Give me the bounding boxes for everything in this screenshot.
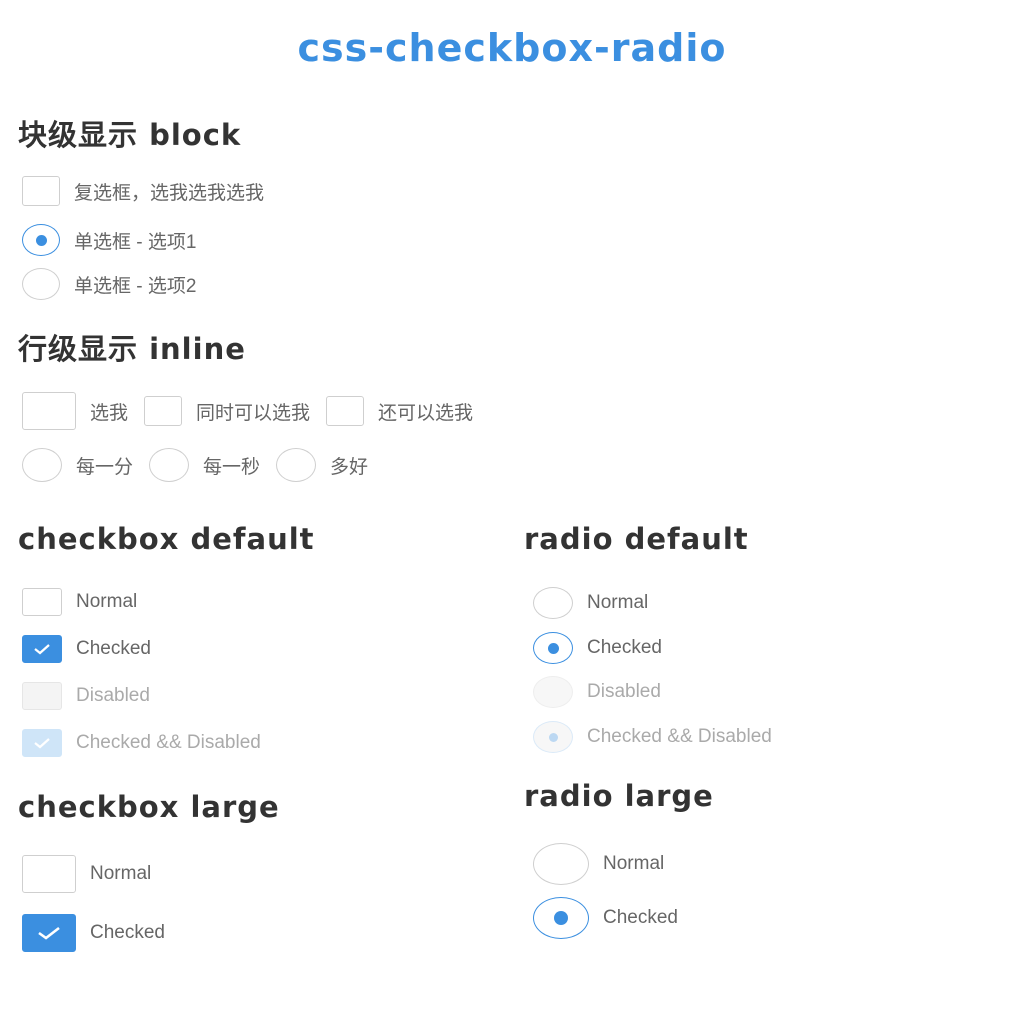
checkbox-normal[interactable]: Normal <box>22 588 137 616</box>
radio-label: Checked <box>603 907 678 928</box>
inline-radio-row: 每一分 每一秒 多好 <box>22 448 368 482</box>
checkbox-label: Normal <box>90 863 152 884</box>
radio-dot-icon <box>35 234 47 246</box>
radio-label: 每一秒 <box>203 456 261 478</box>
page-title: css-checkbox-radio <box>297 26 727 70</box>
checkbox <box>22 729 62 757</box>
checkbox[interactable] <box>22 588 62 616</box>
radio-normal[interactable]: Normal <box>533 587 648 619</box>
checkbox-label: Checked && Disabled <box>76 732 261 753</box>
checkbox[interactable] <box>22 176 60 206</box>
checkbox[interactable] <box>22 635 62 663</box>
checkbox-large-normal[interactable]: Normal <box>22 855 151 893</box>
checkbox-label: Normal <box>76 591 138 612</box>
radio-label: Checked && Disabled <box>587 726 772 747</box>
block-checkbox[interactable]: 复选框，选我选我选我 <box>22 176 264 206</box>
checkbox-default-heading: checkbox default <box>18 522 315 556</box>
checkbox[interactable] <box>144 396 183 426</box>
radio-button[interactable] <box>149 448 190 482</box>
block-radio-1[interactable]: 单选框 - 选项1 <box>22 224 196 256</box>
radio-button[interactable] <box>533 843 589 885</box>
checkbox <box>22 682 62 710</box>
checkbox[interactable] <box>22 855 76 893</box>
radio-dot-icon <box>547 642 559 654</box>
block-section-heading: 块级显示 block <box>18 118 242 152</box>
radio-button[interactable] <box>22 268 60 300</box>
checkbox-label: 还可以选我 <box>378 402 474 424</box>
radio-button[interactable] <box>533 632 573 664</box>
radio-default-heading: radio default <box>524 522 749 556</box>
radio-label: Normal <box>587 592 649 613</box>
radio-label: 单选框 - 选项2 <box>74 275 197 297</box>
inline-checkbox-row: 选我 同时可以选我 还可以选我 <box>22 392 473 430</box>
radio-button[interactable] <box>533 897 589 939</box>
checkbox[interactable] <box>22 392 76 430</box>
radio-button[interactable] <box>276 448 317 482</box>
checkbox-checked[interactable]: Checked <box>22 635 151 663</box>
checkbox-label: Checked <box>90 922 165 943</box>
check-icon <box>38 926 60 940</box>
checkbox-label: 同时可以选我 <box>196 402 311 424</box>
radio-large-checked[interactable]: Checked <box>533 897 678 939</box>
radio-button[interactable] <box>533 587 573 619</box>
radio-dot-icon <box>554 911 568 925</box>
radio-label: Normal <box>603 853 665 874</box>
checkbox-disabled: Disabled <box>22 682 150 710</box>
radio-label: 多好 <box>330 456 369 478</box>
radio-large-heading: radio large <box>524 779 714 813</box>
inline-section-heading: 行级显示 inline <box>18 332 246 366</box>
radio-label: 每一分 <box>76 456 134 478</box>
radio-button <box>533 721 573 753</box>
check-icon <box>34 738 50 749</box>
radio-dot-icon <box>548 732 558 742</box>
checkbox-large-checked[interactable]: Checked <box>22 914 165 952</box>
checkbox[interactable] <box>22 914 76 952</box>
radio-label: Checked <box>587 637 662 658</box>
radio-checked[interactable]: Checked <box>533 632 662 664</box>
checkbox-label: Checked <box>76 638 151 659</box>
checkbox-label: 选我 <box>90 402 129 424</box>
checkbox[interactable] <box>326 396 365 426</box>
radio-large-normal[interactable]: Normal <box>533 843 664 885</box>
check-icon <box>34 644 50 655</box>
checkbox-label: 复选框，选我选我选我 <box>74 182 265 204</box>
radio-button[interactable] <box>22 448 62 482</box>
radio-checked-disabled: Checked && Disabled <box>533 721 772 753</box>
checkbox-label: Disabled <box>76 685 150 706</box>
radio-label: 单选框 - 选项1 <box>74 231 197 253</box>
checkbox-large-heading: checkbox large <box>18 790 280 824</box>
checkbox-checked-disabled: Checked && Disabled <box>22 729 261 757</box>
radio-label: Disabled <box>587 681 661 702</box>
radio-button[interactable] <box>22 224 60 256</box>
radio-disabled: Disabled <box>533 676 661 708</box>
radio-button <box>533 676 573 708</box>
block-radio-2[interactable]: 单选框 - 选项2 <box>22 268 196 300</box>
